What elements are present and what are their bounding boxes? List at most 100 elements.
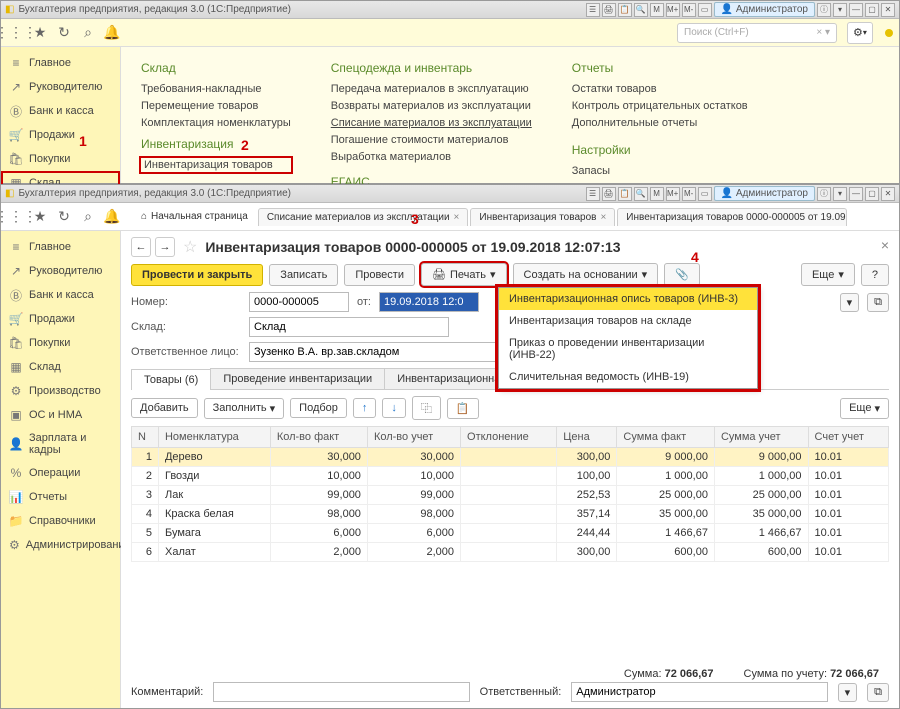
star-icon[interactable]: ☆ xyxy=(183,237,197,257)
user-badge[interactable]: 👤 Администратор xyxy=(714,186,815,201)
help-button[interactable]: ? xyxy=(861,264,889,286)
history-icon[interactable]: ↻ xyxy=(55,24,73,42)
tb-icon[interactable]: M- xyxy=(682,187,696,201)
tb-icon[interactable]: 📋 xyxy=(618,3,632,17)
sidebar-item[interactable]: ⚙Производство xyxy=(1,379,120,403)
subtab[interactable]: Товары (6) xyxy=(131,369,211,390)
col-header[interactable]: Номенклатура xyxy=(158,427,270,448)
tb-icon[interactable]: 📋 xyxy=(618,187,632,201)
star-icon[interactable]: ★ xyxy=(31,24,49,42)
menu-link-inventory[interactable]: Инвентаризация товаров xyxy=(141,158,291,172)
close-tab-icon[interactable]: × xyxy=(454,212,460,223)
table-row[interactable]: 6Халат2,0002,000300,00600,00600,0010.01 xyxy=(132,543,889,562)
field-btn[interactable]: ⧉ xyxy=(867,293,889,312)
post-button[interactable]: Провести xyxy=(344,264,415,286)
tb-icon[interactable]: ☰ xyxy=(586,3,600,17)
down-button[interactable]: ↓ xyxy=(382,398,406,418)
more-button[interactable]: Еще ▾ xyxy=(840,398,889,419)
bell-icon[interactable]: 🔔 xyxy=(103,208,121,226)
close-btn[interactable]: ✕ xyxy=(881,3,895,17)
subtab[interactable]: Проведение инвентаризации xyxy=(210,368,385,389)
star-icon[interactable]: ★ xyxy=(31,208,49,226)
menu-link[interactable]: Запасы xyxy=(572,164,748,178)
post-close-button[interactable]: Провести и закрыть xyxy=(131,264,263,286)
table-row[interactable]: 5Бумага6,0006,000244,441 466,671 466,671… xyxy=(132,524,889,543)
menu-link[interactable]: Требования-накладные xyxy=(141,82,291,96)
tb-icon[interactable]: ▭ xyxy=(698,187,712,201)
print-button[interactable]: 🖨Печать ▾ xyxy=(421,263,507,286)
sidebar-item[interactable]: ⒷБанк и касса xyxy=(1,99,120,123)
dropdown-item[interactable]: Сличительная ведомость (ИНВ-19) xyxy=(499,366,757,388)
tb-icon[interactable]: M+ xyxy=(666,3,680,17)
tb-icon[interactable]: M xyxy=(650,3,664,17)
search-input[interactable]: Поиск (Ctrl+F)× ▾ xyxy=(677,23,837,43)
col-header[interactable]: Отклонение xyxy=(461,427,557,448)
store-field[interactable] xyxy=(249,317,449,337)
tb-icon[interactable]: ▾ xyxy=(833,3,847,17)
tb-icon[interactable]: ▾ xyxy=(833,187,847,201)
sidebar-item[interactable]: ↗Руководителю xyxy=(1,259,120,283)
col-header[interactable]: Счет учет xyxy=(808,427,888,448)
tb-icon[interactable]: ⓘ xyxy=(817,3,831,17)
back-button[interactable]: ← xyxy=(131,237,151,257)
comment-field[interactable] xyxy=(213,682,469,702)
search-icon[interactable]: ⌕ xyxy=(79,208,97,226)
number-field[interactable] xyxy=(249,292,349,312)
sidebar-item[interactable]: ⒷБанк и касса xyxy=(1,283,120,307)
menu-link[interactable]: Дополнительные отчеты xyxy=(572,116,748,130)
sidebar-item[interactable]: 📊Отчеты xyxy=(1,485,120,509)
sidebar-item[interactable]: ≡Главное xyxy=(1,235,120,259)
close-btn[interactable]: ✕ xyxy=(881,187,895,201)
resp-field[interactable] xyxy=(249,342,499,362)
sidebar-item[interactable]: 🛍Покупки xyxy=(1,331,120,355)
sidebar-item[interactable]: ↗Руководителю xyxy=(1,75,120,99)
sidebar-item[interactable]: ▣ОС и НМА xyxy=(1,403,120,427)
gear-button[interactable]: ⚙▾ xyxy=(847,22,873,44)
add-button[interactable]: Добавить xyxy=(131,398,198,418)
field-btn[interactable]: ▾ xyxy=(840,293,860,312)
field-btn[interactable]: ⧉ xyxy=(867,683,889,702)
tb-icon[interactable]: M- xyxy=(682,3,696,17)
max-btn[interactable]: ▢ xyxy=(865,3,879,17)
menu-link[interactable]: Погашение стоимости материалов xyxy=(331,133,532,147)
sidebar-item[interactable]: 🛒Продажи xyxy=(1,307,120,331)
col-header[interactable]: Сумма учет xyxy=(714,427,808,448)
menu-link[interactable]: Остатки товаров xyxy=(572,82,748,96)
attach-button[interactable]: 📎 xyxy=(664,263,700,286)
close-doc-icon[interactable]: × xyxy=(881,237,889,253)
sidebar-item[interactable]: 🛒Продажи xyxy=(1,123,120,147)
create-based-button[interactable]: Создать на основании ▾ xyxy=(513,263,659,286)
tab[interactable]: Инвентаризация товаров × xyxy=(470,208,615,226)
menu-link[interactable]: Выработка материалов xyxy=(331,150,532,164)
tb-icon[interactable]: 🔍 xyxy=(634,187,648,201)
resp2-field[interactable] xyxy=(571,682,827,702)
table-row[interactable]: 3Лак99,00099,000252,5325 000,0025 000,00… xyxy=(132,486,889,505)
table-row[interactable]: 2Гвозди10,00010,000100,001 000,001 000,0… xyxy=(132,467,889,486)
fill-button[interactable]: Заполнить ▾ xyxy=(204,398,285,419)
grid-icon[interactable]: ⋮⋮⋮ xyxy=(7,24,25,42)
tb-icon[interactable]: 🔍 xyxy=(634,3,648,17)
col-header[interactable]: Цена xyxy=(557,427,617,448)
menu-link[interactable]: Передача материалов в эксплуатацию xyxy=(331,82,532,96)
col-header[interactable]: Сумма факт xyxy=(617,427,715,448)
tab[interactable]: ⌂ Начальная страница xyxy=(133,208,256,225)
dropdown-item[interactable]: Инвентаризационная опись товаров (ИНВ-3) xyxy=(499,288,757,310)
menu-link[interactable]: Списание материалов из эксплуатации xyxy=(331,116,532,130)
col-header[interactable]: Кол-во факт xyxy=(270,427,367,448)
dropdown-item[interactable]: Приказ о проведении инвентаризации (ИНВ-… xyxy=(499,332,757,366)
sidebar-item[interactable]: 📁Справочники xyxy=(1,509,120,533)
bell-icon[interactable]: 🔔 xyxy=(103,24,121,42)
tb-icon[interactable]: ▭ xyxy=(698,3,712,17)
date-field[interactable] xyxy=(379,292,479,312)
close-tab-icon[interactable]: × xyxy=(600,212,606,223)
sidebar-item[interactable]: 👤Зарплата и кадры xyxy=(1,427,120,461)
tb-icon[interactable]: M xyxy=(650,187,664,201)
dropdown-item[interactable]: Инвентаризация товаров на складе xyxy=(499,310,757,332)
up-button[interactable]: ↑ xyxy=(353,398,377,418)
copy-button[interactable]: ⿻ xyxy=(412,396,441,420)
sidebar-item[interactable]: 🛍Покупки xyxy=(1,147,120,171)
history-icon[interactable]: ↻ xyxy=(55,208,73,226)
menu-link[interactable]: Комплектация номенклатуры xyxy=(141,116,291,130)
paste-button[interactable]: 📋 xyxy=(447,398,479,419)
sidebar-item[interactable]: ▦Склад xyxy=(1,355,120,379)
